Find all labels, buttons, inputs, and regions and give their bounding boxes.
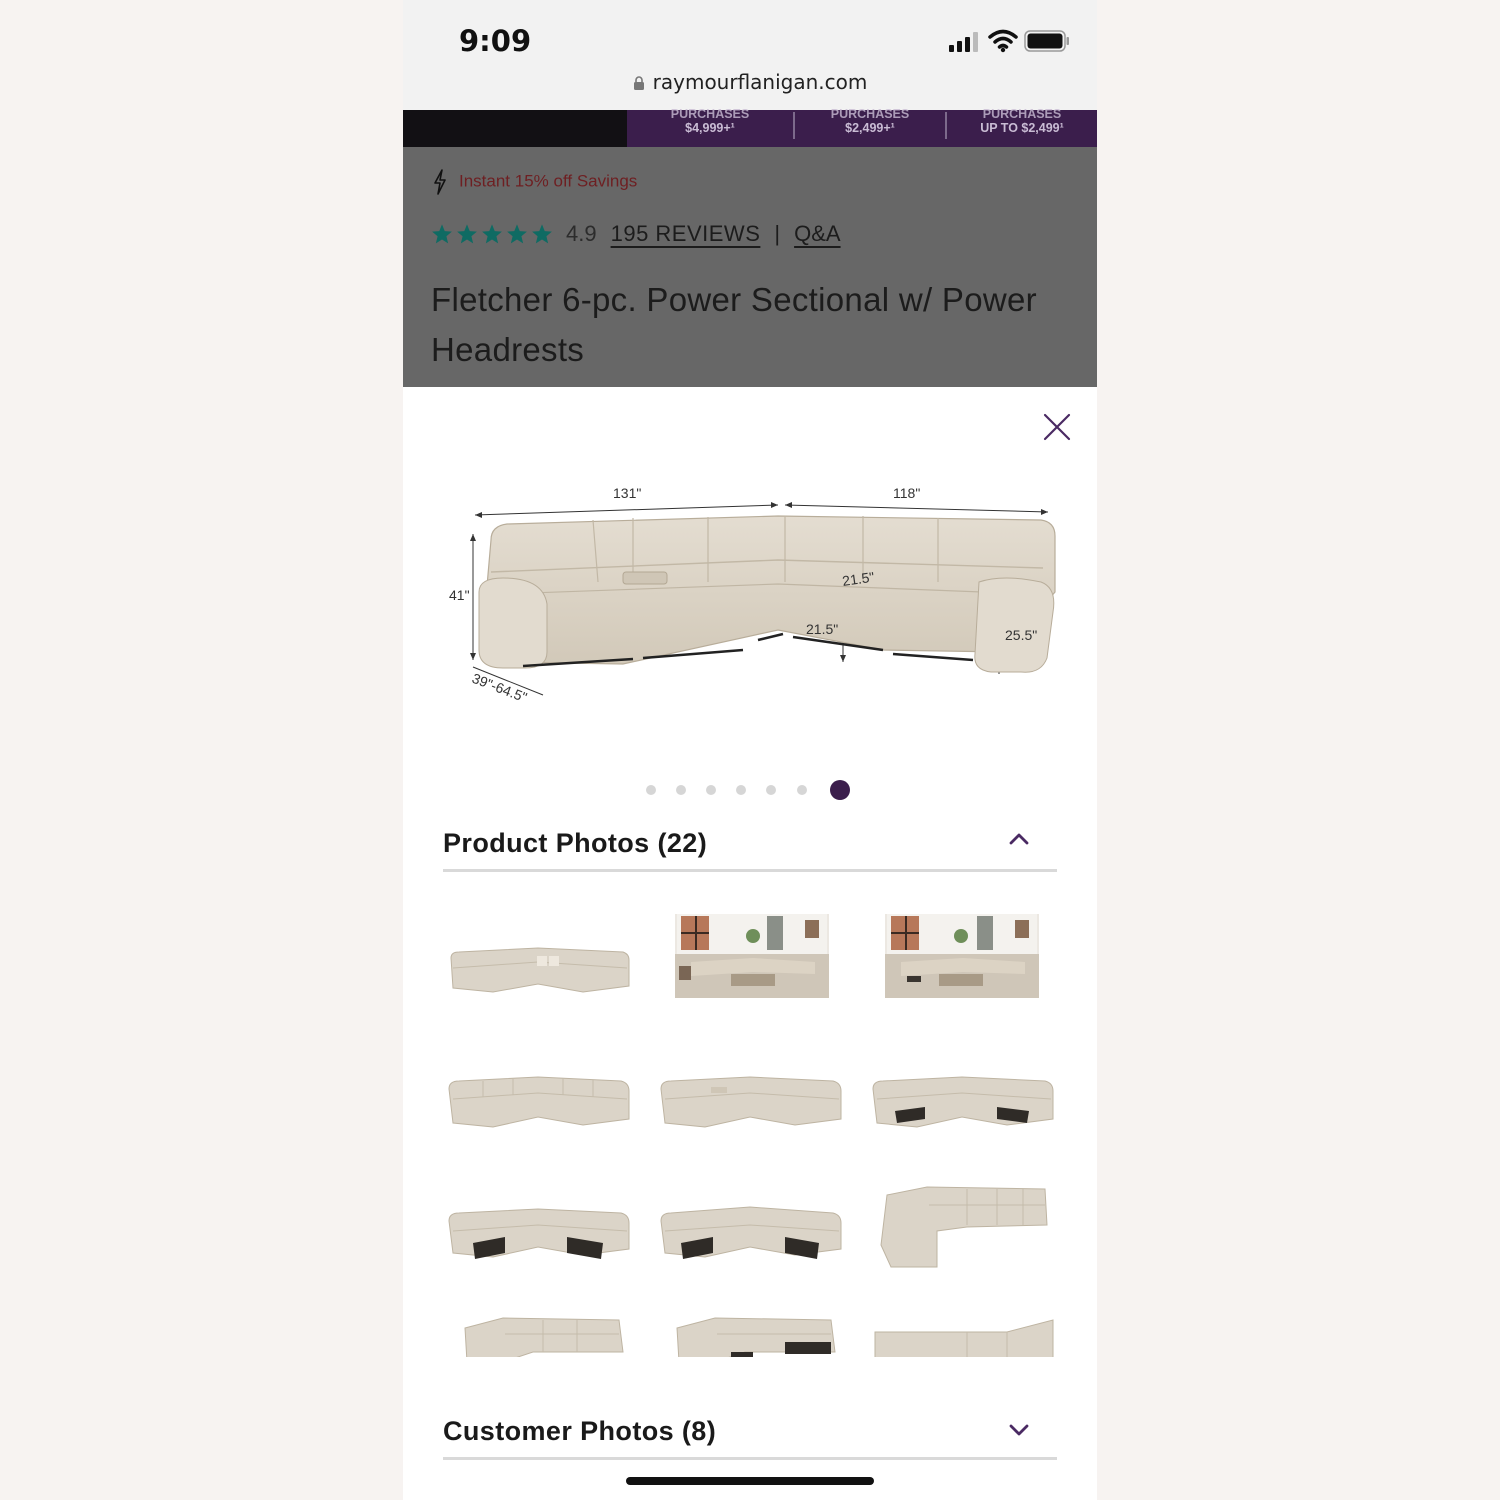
carousel-dot[interactable] xyxy=(766,785,776,795)
promo-banner[interactable]: PURCHASES $4,999+¹ PURCHASES $2,499+¹ PU… xyxy=(403,107,1097,147)
url-text: raymourflanigan.com xyxy=(652,70,868,94)
promo-offer-1-line1: PURCHASES xyxy=(670,107,750,121)
carousel-dot-active[interactable] xyxy=(830,780,850,800)
carousel-dot[interactable] xyxy=(646,785,656,795)
rating-row: 4.9 195 REVIEWS | Q&A xyxy=(431,219,841,249)
carousel-dot[interactable] xyxy=(736,785,746,795)
address-bar[interactable]: raymourflanigan.com xyxy=(403,70,1097,100)
product-photos-title: Product Photos (22) xyxy=(443,828,708,858)
product-header: Instant 15% off Savings 4.9 195 REVIEWS … xyxy=(403,147,1097,387)
savings-callout: Instant 15% off Savings xyxy=(433,169,637,195)
dim-width-left: 131" xyxy=(613,485,641,501)
star-icon xyxy=(432,224,452,244)
chevron-down-icon[interactable] xyxy=(1009,1423,1029,1437)
star-icon xyxy=(457,224,477,244)
promo-offer-3-line1: PURCHASES xyxy=(982,107,1062,121)
star-icon xyxy=(482,224,502,244)
close-icon[interactable] xyxy=(1041,411,1073,443)
chevron-up-icon[interactable] xyxy=(1009,831,1029,845)
reviews-link[interactable]: 195 REVIEWS xyxy=(611,221,761,247)
promo-offer-1[interactable]: PURCHASES $4,999+¹ xyxy=(627,107,793,147)
carousel-pagination xyxy=(403,779,1097,801)
star-icon xyxy=(532,224,552,244)
product-photo-thumb[interactable] xyxy=(867,912,1057,1012)
product-photo-thumb[interactable] xyxy=(443,1302,633,1357)
savings-text: Instant 15% off Savings xyxy=(459,171,638,191)
link-separator: | xyxy=(774,221,781,246)
lightning-bolt-icon xyxy=(434,169,446,195)
promo-offer-3[interactable]: PURCHASES UP TO $2,499¹ xyxy=(947,107,1097,147)
sectional-sofa-drawing xyxy=(478,515,1056,673)
customer-photos-title: Customer Photos (8) xyxy=(443,1416,717,1446)
qa-link[interactable]: Q&A xyxy=(794,221,840,247)
product-title: Fletcher 6-pc. Power Sectional w/ Power … xyxy=(431,281,1037,368)
product-photos-header[interactable]: Product Photos (22) xyxy=(443,812,1057,872)
battery-icon xyxy=(1024,30,1069,52)
status-bar: 9:09 raymourflanigan.com xyxy=(403,0,1097,110)
cellular-signal-icon xyxy=(949,32,978,52)
product-photo-thumb[interactable] xyxy=(655,1175,845,1275)
phone-screen: 9:09 raymourflanigan.com PURCHASES $4,99… xyxy=(403,0,1097,1500)
promo-offer-2[interactable]: PURCHASES $2,499+¹ xyxy=(795,107,945,147)
status-time: 9:09 xyxy=(459,24,532,58)
carousel-dot[interactable] xyxy=(797,785,807,795)
customer-photos-header[interactable]: Customer Photos (8) xyxy=(443,1400,1057,1460)
sectional-dimension-diagram[interactable]: 131" 118" 41" 39"-64.5" 21.5" 21.5" 25.5… xyxy=(443,482,1063,722)
product-photo-thumb[interactable] xyxy=(443,1175,633,1275)
product-photo-thumb[interactable] xyxy=(655,1045,845,1145)
product-photo-thumb[interactable] xyxy=(867,1175,1057,1275)
dim-depth: 39"-64.5" xyxy=(470,670,529,706)
star-rating xyxy=(431,223,553,245)
wifi-icon xyxy=(988,29,1018,53)
home-indicator[interactable] xyxy=(626,1477,874,1485)
promo-offer-1-line2: $4,999+¹ xyxy=(685,121,735,135)
product-photo-thumb[interactable] xyxy=(867,1045,1057,1145)
lock-icon xyxy=(633,76,644,90)
dim-width-right: 118" xyxy=(893,485,920,501)
promo-offers: PURCHASES $4,999+¹ PURCHASES $2,499+¹ PU… xyxy=(627,107,1097,147)
product-photo-thumb[interactable] xyxy=(867,1302,1057,1357)
dim-height: 41" xyxy=(449,587,470,603)
promo-offer-2-line2: $2,499+¹ xyxy=(845,121,895,135)
carousel-dot[interactable] xyxy=(676,785,686,795)
product-photo-thumb[interactable] xyxy=(443,912,633,1012)
dim-seat-width: 21.5" xyxy=(806,621,838,637)
rating-value: 4.9 xyxy=(566,221,597,246)
product-photo-grid xyxy=(443,897,1057,1357)
star-icon xyxy=(507,224,527,244)
product-photo-thumb[interactable] xyxy=(655,912,845,1012)
product-photo-thumb[interactable] xyxy=(655,1302,845,1357)
dim-arm-height: 25.5" xyxy=(1005,627,1037,643)
product-photo-thumb[interactable] xyxy=(443,1045,633,1145)
promo-offer-2-line1: PURCHASES xyxy=(830,107,910,121)
promo-offer-3-line2: UP TO $2,499¹ xyxy=(980,121,1064,135)
photo-gallery-modal: 131" 118" 41" 39"-64.5" 21.5" 21.5" 25.5… xyxy=(403,387,1097,1500)
carousel-dot[interactable] xyxy=(706,785,716,795)
